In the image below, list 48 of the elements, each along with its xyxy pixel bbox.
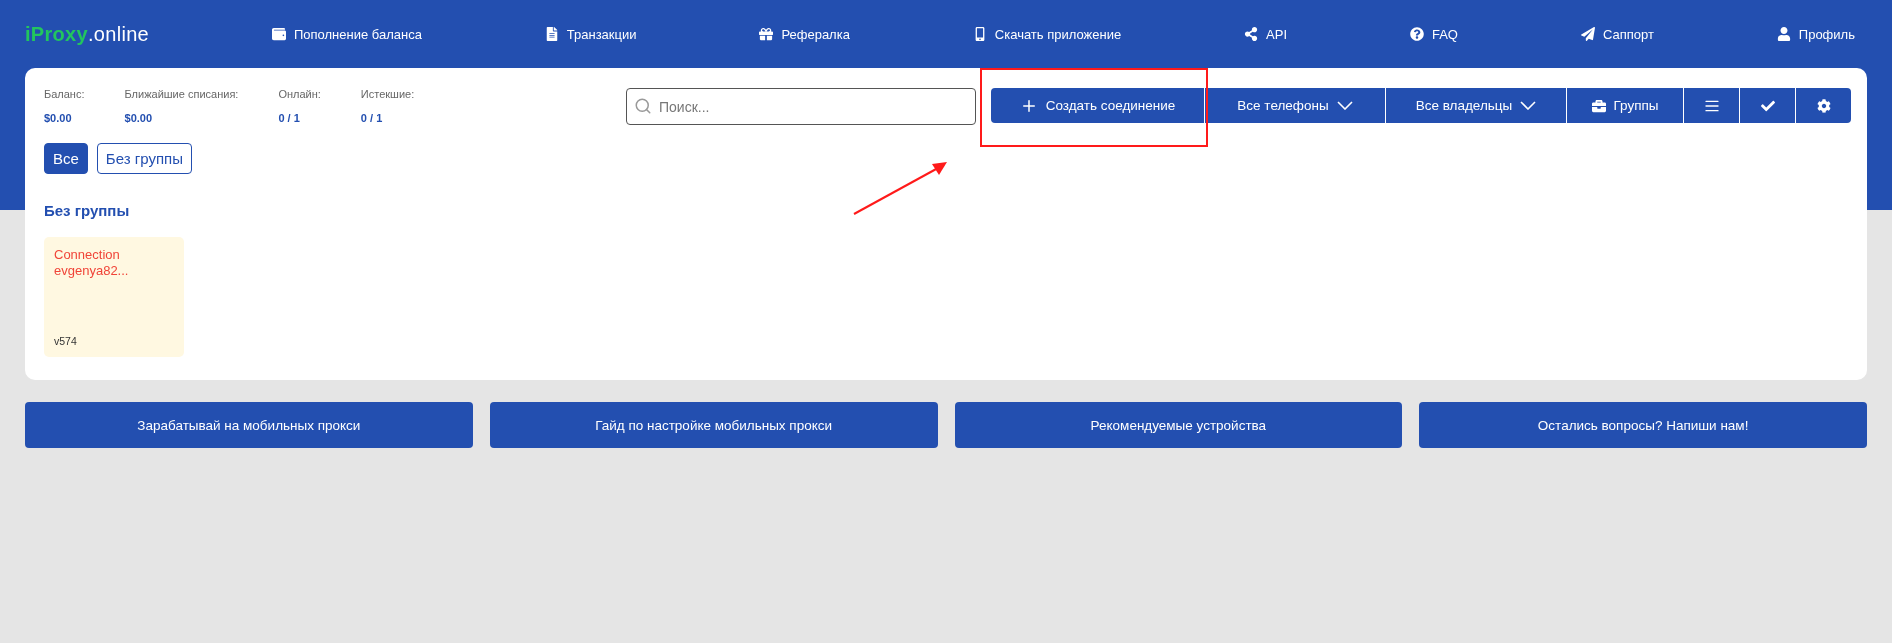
nav-link[interactable]: Профиль: [1776, 26, 1855, 42]
link-button[interactable]: Рекомендуемые устройства: [954, 402, 1403, 448]
user-icon: [1776, 27, 1791, 41]
dropdown-button[interactable]: Все телефоны: [1205, 88, 1385, 123]
stat-value: 0 / 1: [278, 112, 301, 124]
nav-link[interactable]: Транзакции: [544, 26, 637, 42]
connection-card[interactable]: Connection evgenya82... v574: [44, 237, 184, 357]
select-button[interactable]: [1740, 88, 1795, 123]
stat-label: Онлайн:: [278, 88, 321, 100]
groups-button[interactable]: Группы: [1567, 88, 1683, 123]
filter-tab[interactable]: Без группы: [96, 143, 192, 174]
stat-label: Ближайшие списания:: [124, 88, 239, 100]
help-icon: [1409, 27, 1424, 41]
nav-link[interactable]: Саппорт: [1580, 26, 1654, 42]
section-title: Без группы: [44, 202, 131, 219]
link-button[interactable]: Зарабатывай на мобильных прокси: [25, 402, 473, 448]
paper-plane-icon: [1580, 27, 1595, 41]
nodes-icon: [1244, 27, 1259, 41]
chevron-down-icon: [1520, 101, 1537, 110]
nav-link[interactable]: FAQ: [1409, 26, 1458, 42]
check-icon: [1760, 98, 1775, 113]
stat-value: 0 / 1: [360, 112, 384, 124]
nav-link[interactable]: Скачать приложение: [972, 26, 1122, 42]
nav-link[interactable]: Пополнение баланса: [271, 26, 422, 42]
list-view-button[interactable]: [1684, 88, 1739, 123]
stat-value: $0.00: [124, 112, 154, 124]
stat-label: Баланс:: [44, 88, 85, 100]
briefcase-icon: [1591, 98, 1606, 113]
gift-icon: [759, 27, 774, 41]
search-field[interactable]: Поиск...: [626, 88, 976, 125]
wallet-icon: [271, 27, 286, 41]
connection-name: Connection evgenya82...: [54, 247, 130, 279]
chevron-down-icon: [1336, 101, 1353, 110]
settings-button[interactable]: [1796, 88, 1851, 123]
link-button[interactable]: Остались вопросы? Напиши нам!: [1419, 402, 1867, 448]
dropdown-button[interactable]: Все владельцы: [1386, 88, 1566, 123]
filter-tab[interactable]: Все: [44, 143, 88, 174]
stat-label: Истекшие:: [360, 88, 415, 100]
link-button[interactable]: Гайд по настройке мобильных прокси: [489, 402, 938, 448]
create-connection-button[interactable]: Создать соединение: [991, 88, 1204, 123]
stat-value: $0.00: [44, 112, 73, 124]
search-icon: [634, 97, 652, 115]
nav-link[interactable]: Рефералка: [759, 26, 850, 42]
nav-link[interactable]: API: [1244, 26, 1288, 42]
document-icon: [544, 27, 559, 41]
connection-version: v574: [54, 335, 78, 347]
settings-icon: [1816, 98, 1831, 113]
logo[interactable]: iProxy.online: [25, 22, 149, 46]
